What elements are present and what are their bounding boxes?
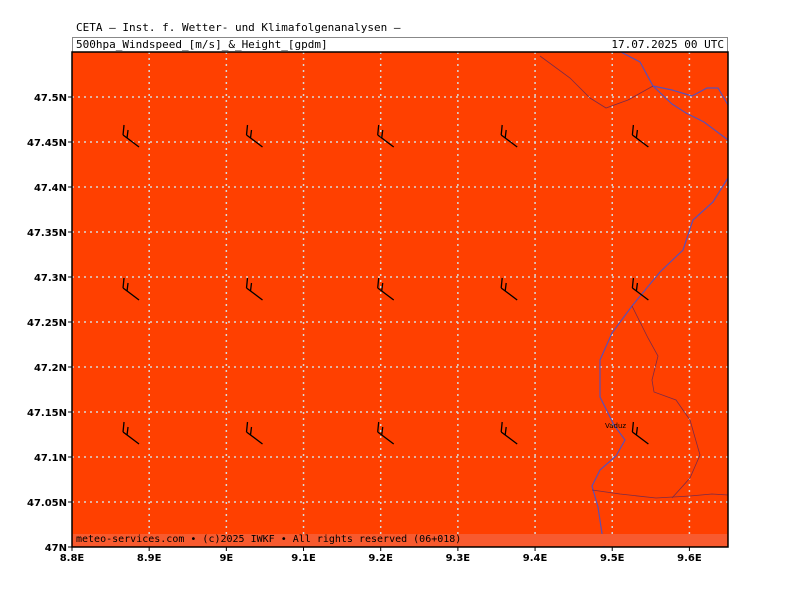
place-label-vaduz: Vaduz [605,422,626,430]
lat-label: 47.45N [27,138,67,149]
lon-label: 8.9E [137,553,162,564]
longitude-labels: 8.8E 8.9E 9E 9.1E 9.2E 9.3E 9.4E 9.5E 9.6E [60,547,702,564]
lat-label: 47.15N [27,408,67,419]
lat-label: 47.35N [27,228,67,239]
lat-label: 47.3N [34,273,67,284]
lat-label: 47.25N [27,318,67,329]
lon-label: 8.8E [60,553,85,564]
latitude-labels: 47N47.05N47.1N47.15N47.2N47.25N47.3N47.3… [27,93,72,554]
lon-label: 9.3E [446,553,471,564]
lat-label: 47.1N [34,453,67,464]
lat-label: 47.2N [34,363,67,374]
lon-label: 9E [219,553,233,564]
lon-label: 9.2E [368,553,393,564]
lat-label: 47.5N [34,93,67,104]
map-canvas: Vaduz 47N47.05N47.1N47.15N47.2N47.25N47.… [27,51,729,564]
lon-label: 9.4E [523,553,548,564]
lon-label: 9.5E [600,553,625,564]
lat-label: 47.05N [27,498,67,509]
copyright-footer: meteo-services.com • (c)2025 IWKF • All … [73,534,727,546]
lon-label: 9.6E [677,553,702,564]
lat-label: 47.4N [34,183,67,194]
lon-label: 9.1E [291,553,316,564]
map-background [72,52,728,547]
